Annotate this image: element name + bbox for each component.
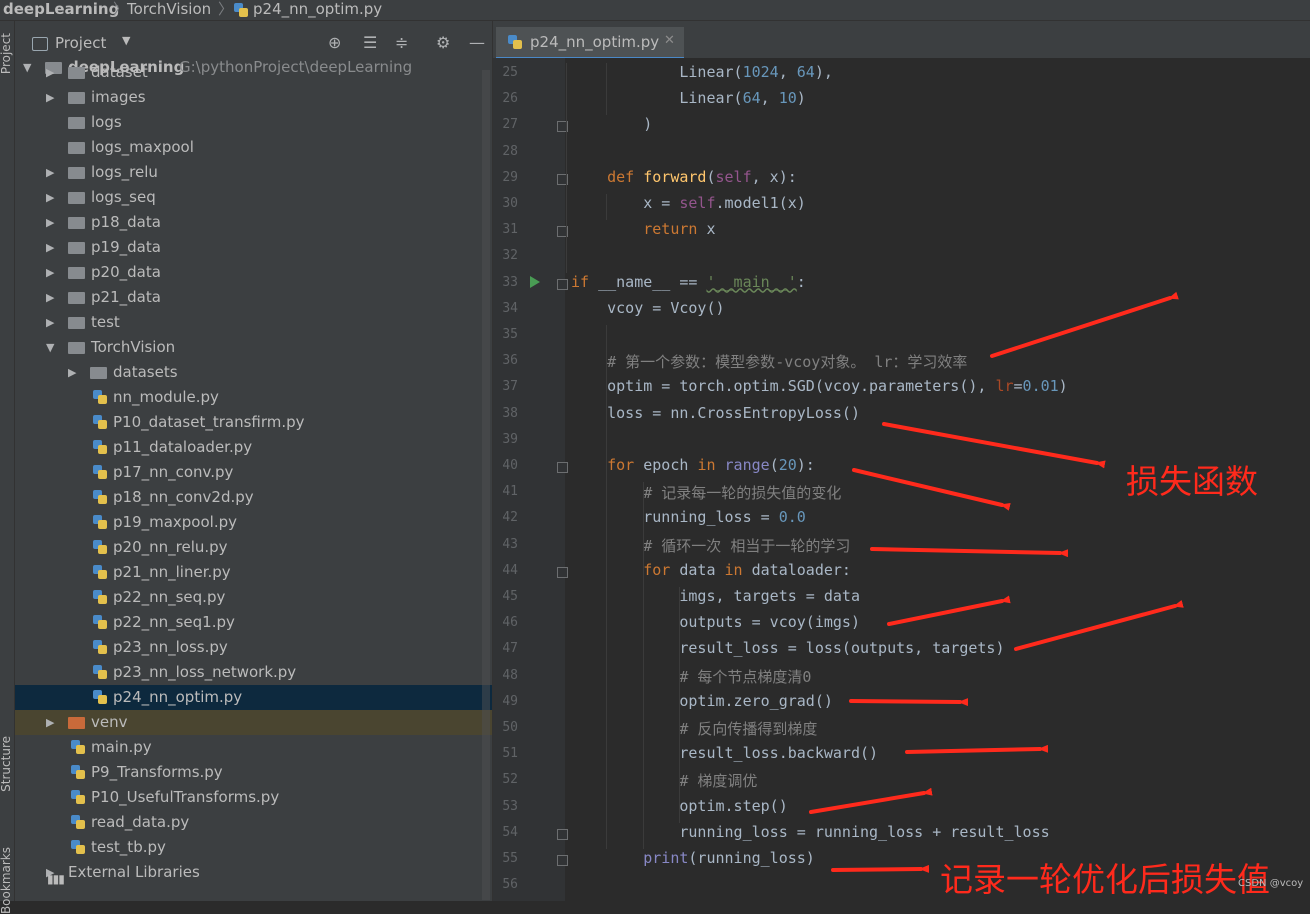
annotation-arrow: [882, 422, 1106, 469]
annotation-arrow: [852, 468, 1011, 511]
annotation-arrow: [809, 787, 933, 814]
annotation-arrow: [831, 864, 930, 873]
annotation-layer: [809, 291, 1184, 873]
annotation-loss-function: 损失函数: [1126, 462, 1258, 501]
annotation-arrow: [849, 698, 969, 707]
annotation-arrow: [905, 744, 1049, 754]
annotation-arrow: [1014, 600, 1184, 651]
watermark: CSDN @vcoy: [1238, 878, 1304, 889]
annotation-arrow: [990, 291, 1179, 358]
annotation-record-loss: 记录一轮优化后损失值: [940, 860, 1270, 899]
annotation-arrow: [887, 595, 1011, 626]
annotation-arrow: [870, 547, 1069, 558]
